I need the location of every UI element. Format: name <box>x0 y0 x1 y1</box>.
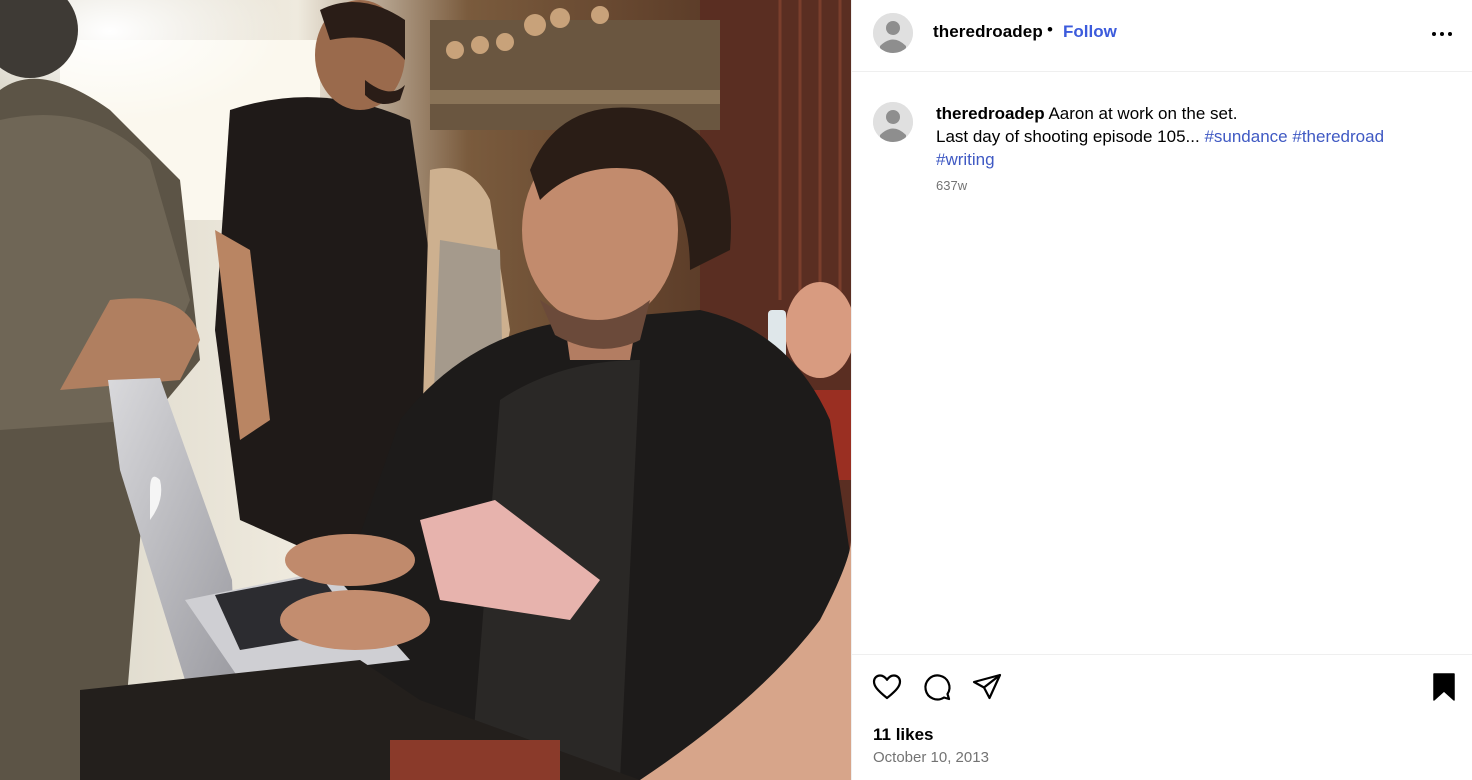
post-panel: theredroadep • Follow theredroadep Aaron… <box>851 0 1472 780</box>
post-date: October 10, 2013 <box>873 749 989 766</box>
photo-illustration <box>0 0 851 780</box>
hashtag-link[interactable]: #sundance <box>1204 127 1287 146</box>
caption-timestamp[interactable]: 637w <box>936 178 967 193</box>
default-avatar-icon <box>873 13 913 53</box>
separator-dot: • <box>1047 20 1053 39</box>
heart-icon[interactable] <box>871 671 903 703</box>
caption-avatar[interactable] <box>873 102 913 142</box>
post-photo[interactable] <box>0 0 851 780</box>
post-header: theredroadep • Follow <box>852 0 1472 72</box>
bookmark-icon[interactable] <box>1428 671 1460 703</box>
more-options-icon[interactable] <box>1426 26 1458 42</box>
default-avatar-icon <box>873 102 913 142</box>
share-icon[interactable] <box>971 671 1003 703</box>
follow-button[interactable]: Follow <box>1063 22 1117 42</box>
hashtag-link[interactable]: #theredroad <box>1292 127 1384 146</box>
action-bar: 11 likes October 10, 2013 <box>852 654 1472 780</box>
header-username[interactable]: theredroadep <box>933 22 1043 42</box>
avatar[interactable] <box>873 13 913 53</box>
comment-icon[interactable] <box>921 671 953 703</box>
caption-username[interactable]: theredroadep <box>936 104 1045 123</box>
likes-count[interactable]: 11 likes <box>873 725 934 745</box>
caption-line-2: Last day of shooting episode 105... <box>936 127 1200 146</box>
caption-line-1: Aaron at work on the set. <box>1048 104 1238 123</box>
caption: theredroadep Aaron at work on the set. L… <box>936 102 1436 171</box>
hashtag-link[interactable]: #writing <box>936 150 995 169</box>
comments-area: theredroadep Aaron at work on the set. L… <box>852 72 1472 654</box>
